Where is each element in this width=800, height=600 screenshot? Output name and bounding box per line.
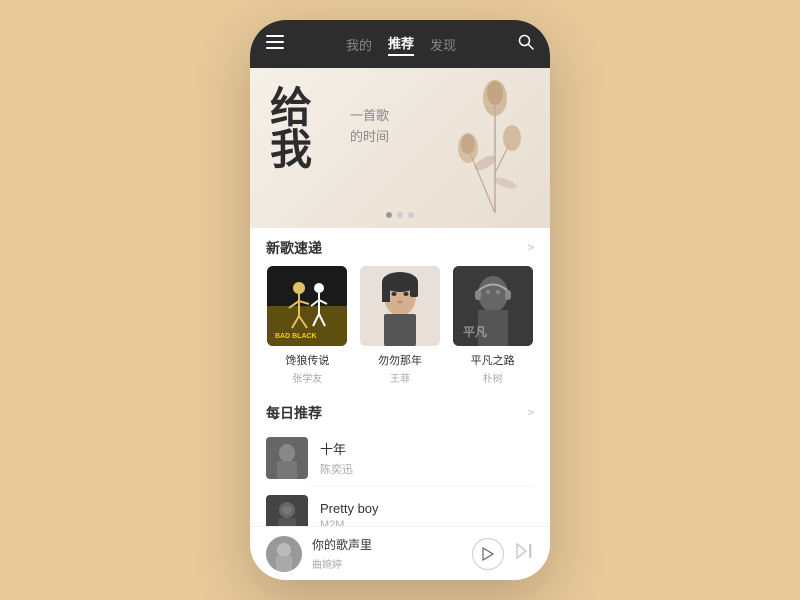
album-cover-1: BAD BLACK — [267, 266, 347, 346]
dot-2 — [397, 212, 403, 218]
song-item-1[interactable]: 十年 陈奕迅 — [250, 429, 550, 487]
song-info-1: 十年 陈奕迅 — [320, 439, 534, 477]
banner: 给 我 一首歌 的时间 — [250, 68, 550, 228]
dot-1 — [386, 212, 392, 218]
banner-text: 给 我 — [270, 88, 312, 172]
tab-recommend[interactable]: 推荐 — [388, 33, 414, 56]
player-bar: 你的歌声里 曲婉婷 — [250, 526, 550, 580]
new-songs-section: 新歌速递 > — [250, 228, 550, 395]
albums-row: BAD BLACK 馋狼传说 张学友 — [266, 266, 534, 395]
album-cover-2 — [360, 266, 440, 346]
daily-title: 每日推荐 — [266, 403, 322, 423]
song-thumb-1 — [266, 437, 308, 479]
album-name-3: 平凡之路 — [451, 352, 534, 368]
song-title-1: 十年 — [320, 439, 534, 458]
album-item-1[interactable]: BAD BLACK 馋狼传说 张学友 — [266, 266, 349, 385]
banner-flower-illustration — [440, 73, 540, 213]
new-songs-title: 新歌速递 — [266, 238, 322, 258]
play-button[interactable] — [472, 538, 504, 570]
svg-text:BAD BLACK: BAD BLACK — [275, 333, 317, 340]
header: 我的 推荐 发现 — [250, 20, 550, 68]
daily-header: 每日推荐 > — [250, 395, 550, 429]
banner-dots — [386, 212, 414, 218]
phone-frame: 我的 推荐 发现 给 我 一首歌 的时间 — [250, 20, 550, 580]
album-cover-3: 平凡 — [453, 266, 533, 346]
dot-3 — [408, 212, 414, 218]
album-item-3[interactable]: 平凡 平凡之路 朴树 — [451, 266, 534, 385]
player-info: 你的歌声里 曲婉婷 — [266, 536, 462, 572]
next-button[interactable] — [516, 543, 534, 564]
svg-text:平凡: 平凡 — [463, 325, 487, 339]
tab-mine[interactable]: 我的 — [346, 35, 372, 54]
banner-char1: 给 — [270, 88, 312, 130]
album-artist-2: 王菲 — [359, 370, 442, 385]
player-song-artist: 曲婉婷 — [312, 556, 372, 571]
player-text: 你的歌声里 曲婉婷 — [312, 536, 372, 571]
album-item-2[interactable]: 勿勿那年 王菲 — [359, 266, 442, 385]
search-icon[interactable] — [518, 34, 534, 55]
player-song-title: 你的歌声里 — [312, 536, 372, 553]
song-title-2: Pretty boy — [320, 501, 534, 516]
menu-icon[interactable] — [266, 35, 284, 54]
album-name-2: 勿勿那年 — [359, 352, 442, 368]
new-songs-header: 新歌速递 > — [266, 228, 534, 266]
banner-char2: 我 — [270, 130, 312, 172]
nav-tabs: 我的 推荐 发现 — [346, 33, 456, 56]
album-artist-3: 朴树 — [451, 370, 534, 385]
player-controls — [472, 538, 534, 570]
album-artist-1: 张学友 — [266, 370, 349, 385]
new-songs-more[interactable]: > — [528, 242, 534, 254]
player-thumb — [266, 536, 302, 572]
banner-subtitle: 一首歌 的时间 — [350, 106, 389, 148]
daily-more[interactable]: > — [528, 407, 534, 419]
song-artist-1: 陈奕迅 — [320, 461, 534, 477]
album-name-1: 馋狼传说 — [266, 352, 349, 368]
tab-discover[interactable]: 发现 — [430, 35, 456, 54]
